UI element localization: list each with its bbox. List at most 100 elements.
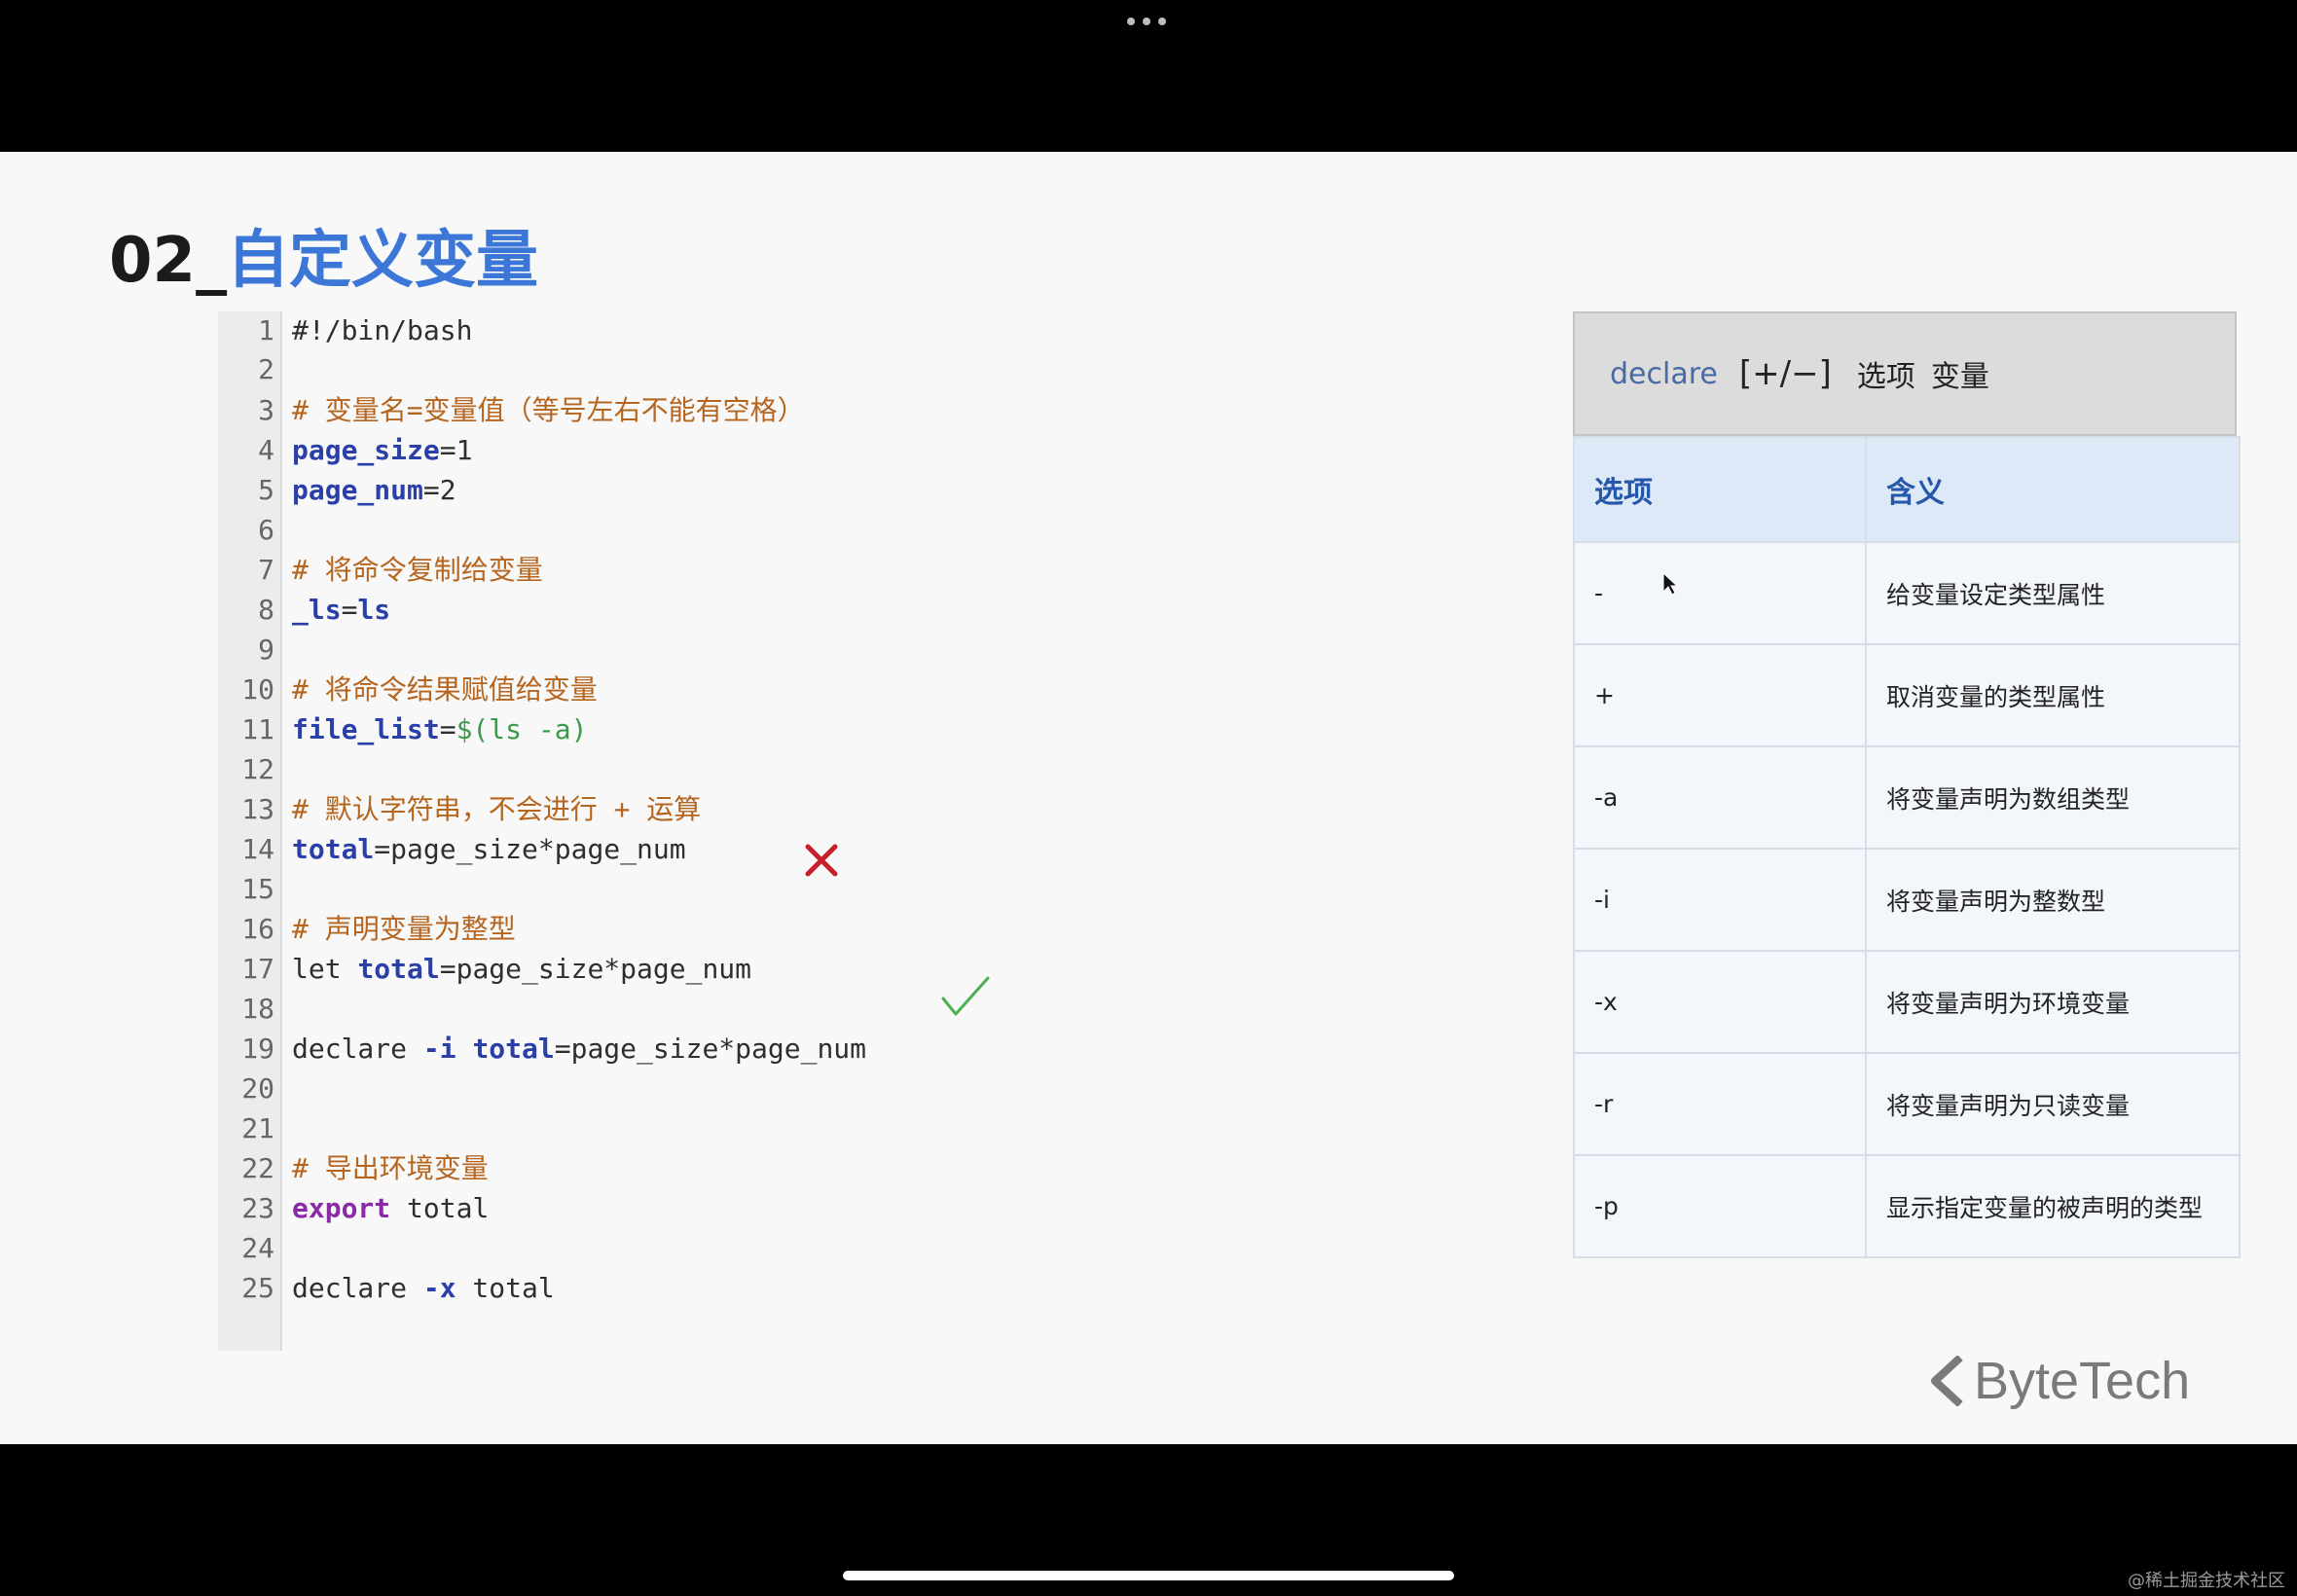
code-text: # 变量名=变量值（等号左右不能有空格） <box>292 391 805 430</box>
header-option: 选项 <box>1573 436 1867 543</box>
code-token: =2 <box>422 474 456 506</box>
code-token: let <box>292 953 358 985</box>
code-token: declare <box>292 1272 423 1304</box>
declare-command: declare <box>1610 356 1718 391</box>
code-token: # 声明变量为整型 <box>292 913 516 945</box>
table-row: -a 将变量声明为数组类型 <box>1573 745 2241 850</box>
code-text: #!/bin/bash <box>292 311 472 350</box>
code-token: ls <box>357 594 391 626</box>
meaning-cell: 将变量声明为只读变量 <box>1865 1052 2241 1156</box>
code-text: _ls=ls <box>292 591 390 630</box>
home-indicator[interactable] <box>843 1571 1454 1580</box>
table-row: -p 显示指定变量的被声明的类型 <box>1573 1154 2241 1258</box>
table-header-row: 选项 含义 <box>1573 436 2241 543</box>
code-token: =page_size*page_num <box>374 833 686 865</box>
meaning-cell: 显示指定变量的被声明的类型 <box>1865 1154 2241 1258</box>
table-row: + 取消变量的类型属性 <box>1573 643 2241 747</box>
code-token: total <box>292 833 375 865</box>
code-text: page_size=1 <box>292 431 472 470</box>
line-number: 5 <box>258 474 274 506</box>
line-number: 16 <box>241 913 274 945</box>
line-number: 15 <box>241 873 274 905</box>
code-token: file_list <box>292 713 440 745</box>
code-block: 1 #!/bin/bash 2 3 # 变量名=变量值（等号左右不能有空格） 4 page_… <box>218 311 997 1351</box>
declare-variable: 变量 <box>1930 360 1989 394</box>
line-number: 8 <box>258 594 274 626</box>
code-token: -i <box>422 1033 473 1065</box>
code-token: # 变量名=变量值（等号左右不能有空格） <box>292 394 805 426</box>
code-token: # 导出环境变量 <box>292 1152 489 1184</box>
meaning-cell: 给变量设定类型属性 <box>1865 541 2241 645</box>
line-number: 25 <box>241 1272 274 1304</box>
line-number: 11 <box>241 713 274 745</box>
line-number: 22 <box>241 1152 274 1184</box>
line-number: 2 <box>258 353 274 385</box>
code-text: let total=page_size*page_num <box>292 950 751 989</box>
code-token: declare <box>292 1033 423 1065</box>
declare-option: 选项 <box>1856 360 1915 394</box>
line-number: 9 <box>258 634 274 666</box>
code-token: # 将命令结果赋值给变量 <box>292 673 598 706</box>
declare-sign: [+/−] <box>1738 354 1832 393</box>
line-number: 20 <box>241 1072 274 1105</box>
code-token: $(ls -a) <box>456 713 588 745</box>
meaning-cell: 将变量声明为环境变量 <box>1865 950 2241 1054</box>
table-row: -i 将变量声明为整数型 <box>1573 848 2241 952</box>
code-token: -x <box>422 1272 456 1304</box>
code-token: # 将命令复制给变量 <box>292 554 543 586</box>
slide-title: 02_自定义变量 <box>109 230 538 292</box>
code-token: total <box>456 1272 555 1304</box>
bytetech-logo-icon <box>1931 1356 1963 1406</box>
check-mark-icon <box>941 976 990 1016</box>
code-text: # 将命令复制给变量 <box>292 551 543 590</box>
code-text: total=page_size*page_num <box>292 830 686 869</box>
code-token: total <box>472 1033 555 1065</box>
more-options-icon[interactable] <box>1127 18 1166 25</box>
code-token: # 默认字符串，不会进行 + 运算 <box>292 793 702 825</box>
line-number: 13 <box>241 793 274 825</box>
header-meaning: 含义 <box>1865 436 2241 543</box>
logo-text: ByteTech <box>1974 1352 2191 1410</box>
table-row: -x 将变量声明为环境变量 <box>1573 950 2241 1054</box>
line-number: 10 <box>241 673 274 706</box>
line-number: 3 <box>258 394 274 426</box>
option-cell: + <box>1573 643 1867 747</box>
line-number: 23 <box>241 1192 274 1224</box>
wrong-mark-icon <box>805 844 838 877</box>
code-text: export total <box>292 1189 489 1228</box>
options-table: 选项 含义 - 给变量设定类型属性 + 取消变量的类型属性 -a 将变量声明为数组类型… <box>1573 436 2241 1258</box>
option-cell: -x <box>1573 950 1867 1054</box>
title-number: 02_ <box>109 225 228 297</box>
line-number: 19 <box>241 1033 274 1065</box>
line-number: 6 <box>258 514 274 546</box>
line-number: 1 <box>258 314 274 346</box>
watermark: @稀土掘金技术社区 <box>2128 1571 2285 1591</box>
code-text: file_list=$(ls -a) <box>292 710 587 749</box>
bytetech-logo: ByteTech <box>1931 1351 2190 1411</box>
table-row: -r 将变量声明为只读变量 <box>1573 1052 2241 1156</box>
code-token: =1 <box>439 434 473 466</box>
line-number: 21 <box>241 1112 274 1144</box>
code-token: _ls <box>292 594 342 626</box>
code-text: # 声明变量为整型 <box>292 910 516 949</box>
code-token: = <box>341 594 358 626</box>
code-text: declare -x total <box>292 1269 555 1308</box>
code-token: page_num <box>292 474 423 506</box>
meaning-cell: 取消变量的类型属性 <box>1865 643 2241 747</box>
option-cell: -a <box>1573 745 1867 850</box>
code-token: total <box>357 953 440 985</box>
line-number: 12 <box>241 753 274 785</box>
slide: 02_自定义变量 1 #!/bin/bash 2 3 # 变量名=变量值（等号左右不能有… <box>0 152 2297 1444</box>
line-number: 24 <box>241 1232 274 1264</box>
code-text: # 将命令结果赋值给变量 <box>292 671 598 709</box>
code-text: declare -i total=page_size*page_num <box>292 1030 866 1069</box>
line-number: 18 <box>241 993 274 1025</box>
option-cell: - <box>1573 541 1867 645</box>
code-token: =page_size*page_num <box>554 1033 867 1065</box>
code-text: page_num=2 <box>292 471 456 510</box>
line-number: 17 <box>241 953 274 985</box>
meaning-cell: 将变量声明为整数型 <box>1865 848 2241 952</box>
code-token: page_size <box>292 434 440 466</box>
line-number: 4 <box>258 434 274 466</box>
code-text: # 默认字符串，不会进行 + 运算 <box>292 790 701 829</box>
